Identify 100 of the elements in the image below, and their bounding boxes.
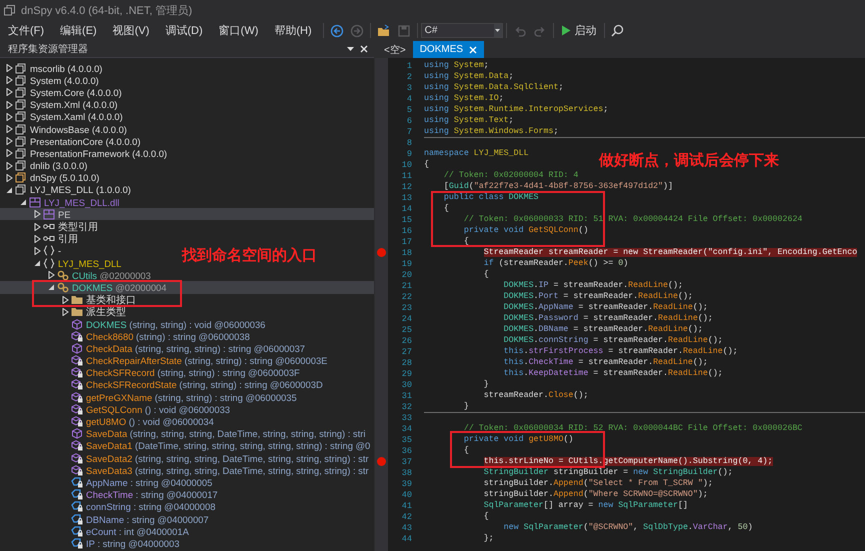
tree-item[interactable]: getU8MO () : void @06000034 xyxy=(60,415,214,428)
dropdown-icon[interactable] xyxy=(347,47,354,51)
tree-item[interactable]: SaveData1 (DateTime, string, string, string, string, string) : string @0 xyxy=(60,440,370,452)
expander-icon[interactable] xyxy=(6,64,12,72)
expander-icon[interactable] xyxy=(34,210,40,218)
tag-lock-icon xyxy=(71,489,83,500)
tree-item[interactable]: System (4.0.0.0) xyxy=(4,74,99,86)
tree-item[interactable]: getPreGXName (string, string) : string @06000035 xyxy=(60,391,297,404)
tree-item[interactable]: LYJ_MES_DLL.dll xyxy=(18,196,120,208)
tree-item[interactable]: SaveData3 (string, string, string, DateTime, string, string, string) : str xyxy=(60,464,369,476)
editor-tab[interactable]: <空> xyxy=(377,41,413,58)
tree-item[interactable]: PresentationFramework (4.0.0.0) xyxy=(4,147,168,160)
tree-item[interactable]: System.Core (4.0.0.0) xyxy=(4,86,122,99)
breakpoint-icon[interactable] xyxy=(377,248,386,257)
tree-item[interactable]: dnlib (3.0.0.0) xyxy=(4,160,88,172)
tree-item[interactable]: CheckRepairAfterState (string, string) : string @0600003E xyxy=(60,354,328,367)
menu-item[interactable]: 视图(V) xyxy=(104,23,158,38)
tree-item[interactable]: SaveData2 (string, string, string, DateTime, string, string, string) : str xyxy=(60,452,369,464)
menu-item[interactable]: 窗口(W) xyxy=(210,23,266,38)
tree-item[interactable]: dnSpy (5.0.10.0) xyxy=(4,172,100,184)
expander-icon[interactable] xyxy=(6,88,12,96)
expander-icon[interactable] xyxy=(48,283,54,292)
menu-item[interactable]: 文件(F) xyxy=(0,23,52,38)
tree-item[interactable]: WindowsBase (4.0.0.0) xyxy=(4,122,127,136)
tree-item[interactable]: System.Xaml (4.0.0.0) xyxy=(4,110,123,123)
menu-item[interactable]: 帮助(H) xyxy=(266,23,320,38)
expander-icon[interactable] xyxy=(6,125,12,134)
tree-item[interactable]: 基类和接口 xyxy=(60,294,136,306)
expander-icon[interactable] xyxy=(6,162,12,170)
braces-icon xyxy=(43,258,55,269)
menu-item[interactable]: 编辑(E) xyxy=(52,23,105,38)
tree-item[interactable]: DOKMES @02000004 xyxy=(0,281,374,294)
expander-icon[interactable] xyxy=(34,234,40,243)
expander-icon[interactable] xyxy=(6,174,12,182)
grid-block-icon xyxy=(43,208,55,220)
expander-icon[interactable] xyxy=(62,296,68,304)
tree-item[interactable]: CheckSFRecord (string, string) : string @0600003F xyxy=(60,366,300,379)
line-number: 5 xyxy=(406,104,412,114)
tree-item[interactable]: IP : string @04000003 xyxy=(60,537,180,550)
tree-item[interactable]: CheckTime : string @04000017 xyxy=(60,488,218,501)
tree-item[interactable]: SaveData (string, string, string, DateTime, string, string, string) : stri xyxy=(60,428,366,440)
cube-lock-icon xyxy=(71,452,83,464)
expander-icon[interactable] xyxy=(6,76,12,84)
code-line: new SqlParameter("@SCRWNO", SqlDbType.VarChar, 50) xyxy=(504,523,753,532)
tree-item[interactable]: PresentationCore (4.0.0.0) xyxy=(4,135,140,148)
tree-item[interactable]: System.Xml (4.0.0.0) xyxy=(4,98,118,111)
code-line: namespace LYJ_MES_DLL xyxy=(424,149,529,158)
breakpoint-icon[interactable] xyxy=(377,457,386,466)
code-line: using System.Text; xyxy=(424,116,514,125)
menu-item[interactable]: 调试(D) xyxy=(157,23,211,38)
expander-icon[interactable] xyxy=(6,100,12,109)
cube-icon xyxy=(71,318,83,330)
tree-item[interactable]: 类型引用 xyxy=(32,220,98,233)
code-line: { xyxy=(424,160,429,169)
expander-icon[interactable] xyxy=(6,112,12,121)
tree-item[interactable]: Check8680 (string) : string @06000038 xyxy=(60,330,250,342)
tree-item[interactable]: CheckSFRecordState (string, string) : string @0600003D xyxy=(60,378,323,392)
code-line: DOKMES.DBName = streamReader.ReadLine(); xyxy=(504,325,703,334)
tree-item[interactable]: eCount : int @0400001A xyxy=(60,525,189,538)
tree-item[interactable]: CUtils @02000003 xyxy=(46,269,151,282)
tree-item[interactable]: PE xyxy=(0,208,374,220)
expander-icon[interactable] xyxy=(34,222,40,231)
tree-item[interactable]: LYJ_MES_DLL (1.0.0.0) xyxy=(4,184,131,196)
tree-item[interactable]: - xyxy=(32,244,62,257)
expander-icon[interactable] xyxy=(48,271,54,280)
line-number: 3 xyxy=(406,82,412,92)
tree-item[interactable]: LYJ_MES_DLL xyxy=(32,257,122,270)
code-line: stringBuilder.Append("Select * From T_SCRW "); xyxy=(484,479,713,488)
code-line: using System; xyxy=(424,61,489,70)
cube-lock-icon xyxy=(71,379,83,390)
language-dropdown[interactable]: C# xyxy=(420,23,503,38)
expander-icon[interactable] xyxy=(6,186,12,194)
editor-tab[interactable]: DOKMES xyxy=(412,41,484,58)
tree-item[interactable]: GetSQLConn () : void @06000033 xyxy=(60,403,230,416)
expander-icon[interactable] xyxy=(6,137,12,146)
tree-item[interactable]: 引用 xyxy=(32,232,78,245)
code-line: { xyxy=(464,237,469,246)
line-number: 38 xyxy=(400,468,412,478)
tree-item[interactable]: connString : string @04000008 xyxy=(60,500,216,513)
line-number: 9 xyxy=(406,148,412,158)
tree-item[interactable]: DBName : string @04000007 xyxy=(60,512,209,526)
tree-item[interactable]: mscorlib (4.0.0.0) xyxy=(4,62,102,74)
close-icon[interactable] xyxy=(360,45,368,53)
expander-icon[interactable] xyxy=(6,149,12,158)
start-button[interactable]: 启动 xyxy=(556,23,601,38)
line-number: 40 xyxy=(400,490,412,500)
tag-lock-icon xyxy=(71,514,83,525)
expander-icon[interactable] xyxy=(34,246,40,255)
code-line: } xyxy=(464,402,469,411)
expander-icon[interactable] xyxy=(62,308,68,316)
code-line: private void getU8MO() xyxy=(464,435,574,444)
expander-icon[interactable] xyxy=(20,198,26,206)
line-number: 44 xyxy=(400,534,412,544)
tree-item[interactable]: CheckData (string, string, string) : string @06000037 xyxy=(60,342,306,354)
tree-item[interactable]: 派生类型 xyxy=(60,306,126,318)
tree-item[interactable]: AppName : string @04000005 xyxy=(60,476,212,489)
line-number: 43 xyxy=(400,522,412,532)
code-line: } xyxy=(484,380,489,389)
expander-icon[interactable] xyxy=(34,259,40,268)
tree-item[interactable]: DOKMES (string, string) : void @06000036 xyxy=(60,318,266,330)
